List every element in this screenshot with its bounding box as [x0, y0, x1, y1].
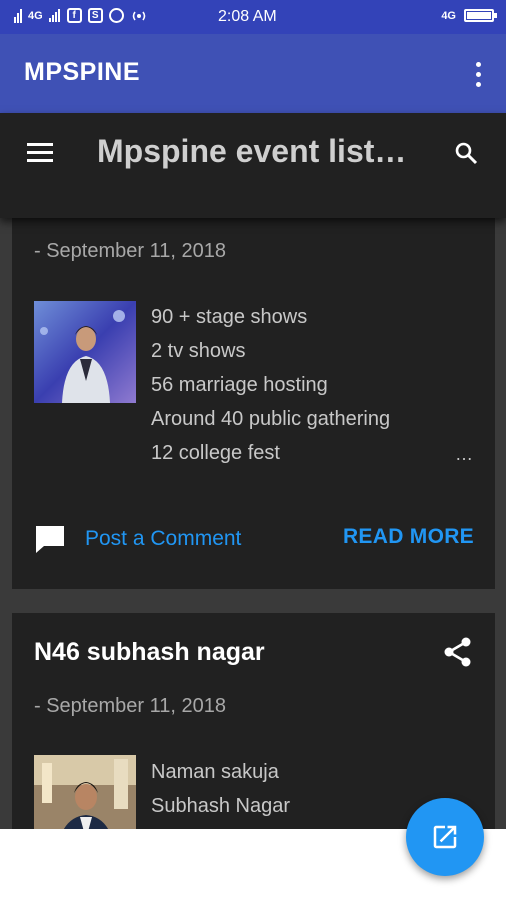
blog-header: Mpspine event listing	[0, 113, 506, 218]
blog-title[interactable]: Mpspine event listing	[97, 133, 407, 170]
post-comment-label[interactable]: Post a Comment	[85, 527, 241, 551]
whatsapp-icon	[108, 8, 124, 23]
search-icon[interactable]	[454, 141, 478, 165]
snippet-line: 2 tv shows	[151, 340, 246, 362]
post-feed: - September 11, 2018 90 + stage shows 2 …	[0, 218, 506, 829]
signal-strength-icon	[48, 9, 60, 22]
broadcast-icon	[132, 11, 145, 20]
read-more-link[interactable]: READ MORE	[343, 525, 474, 549]
post-thumbnail[interactable]	[34, 755, 136, 829]
snippet-line: 56 marriage hosting	[151, 374, 328, 396]
notification-area: 4G f S	[14, 8, 148, 23]
create-post-button[interactable]	[406, 798, 484, 876]
post-title[interactable]: N46 subhash nagar	[34, 638, 265, 667]
overflow-menu-icon[interactable]	[476, 62, 482, 87]
facebook-icon: f	[66, 8, 82, 23]
signal-bars-icon	[14, 8, 22, 23]
status-bar: 4G f S 2:08 AM 4G	[0, 0, 506, 34]
battery-level	[467, 12, 491, 19]
hamburger-menu-icon[interactable]	[27, 143, 53, 167]
post-snippet: Naman sakuja Subhash Nagar	[151, 755, 290, 823]
snippet-line: Around 40 public gathering	[151, 408, 391, 430]
post-thumbnail[interactable]	[34, 301, 136, 403]
post-snippet: 90 + stage shows 2 tv shows 56 marriage …	[151, 300, 390, 470]
snippet-line: Naman sakuja	[151, 761, 279, 783]
s-app-icon: S	[87, 8, 103, 23]
clock: 2:08 AM	[218, 8, 277, 25]
post-comment-link[interactable]: Post a Comment	[34, 524, 241, 554]
post-card: N46 subhash nagar - September 11, 2018 N…	[12, 613, 495, 829]
snippet-line: 12 college fest	[151, 442, 280, 464]
open-in-new-icon	[433, 825, 457, 849]
app-title: MPSPINE	[24, 58, 141, 86]
post-date: - September 11, 2018	[34, 695, 226, 717]
post-card: - September 11, 2018 90 + stage shows 2 …	[12, 218, 495, 589]
snippet-line: 90 + stage shows	[151, 306, 308, 328]
snippet-ellipsis: …	[455, 444, 473, 464]
network-type-label-right: 4G	[441, 9, 456, 22]
share-icon[interactable]	[443, 637, 473, 667]
person-photo-image	[34, 755, 136, 829]
network-type-label: 4G	[28, 9, 43, 22]
app-bar: MPSPINE	[0, 34, 506, 113]
snippet-line: Subhash Nagar	[151, 795, 290, 817]
comment-icon	[36, 526, 64, 553]
person-photo-image	[34, 301, 136, 403]
post-date: - September 11, 2018	[34, 240, 226, 262]
battery-icon	[464, 9, 497, 22]
system-indicators: 4G	[441, 9, 497, 22]
